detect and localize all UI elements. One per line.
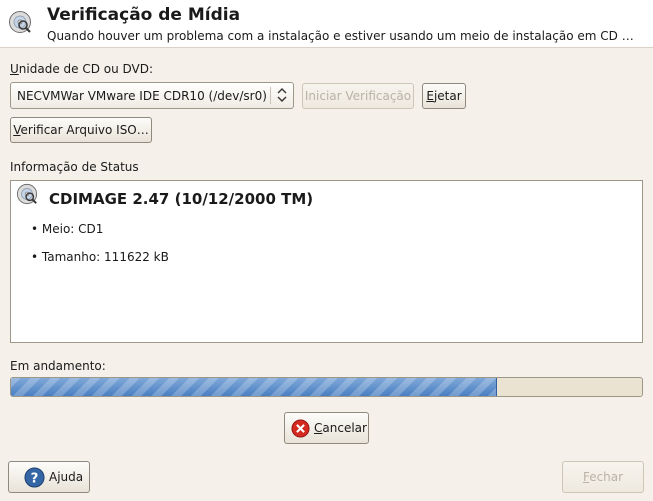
progress-label: Em andamento: <box>10 359 106 373</box>
dialog-header: Verificação de Mídia Quando houver um pr… <box>0 0 653 48</box>
page-title: Verificação de Mídia <box>47 5 241 25</box>
status-label: Informação de Status <box>10 160 139 174</box>
combo-separator <box>270 87 271 104</box>
disc-check-icon <box>9 11 31 33</box>
drive-select[interactable]: NECVMWar VMware IDE CDR10 (/dev/sr0) <box>10 82 294 109</box>
cancel-icon <box>291 419 310 438</box>
help-button-label: Ajuda <box>49 470 84 484</box>
cancel-button[interactable]: Cancelar <box>284 412 369 444</box>
status-item-size: • Tamanho: 111622 kB <box>31 250 169 264</box>
chevron-updown-icon <box>277 88 287 102</box>
disc-check-icon <box>16 183 38 205</box>
progress-bar-fill <box>11 378 497 396</box>
drive-label: Unidade de CD ou DVD: <box>10 62 154 76</box>
eject-button[interactable]: Ejetar <box>422 83 466 109</box>
status-title: CDIMAGE 2.47 (10/12/2000 TM) <box>49 190 314 208</box>
close-button[interactable]: Fechar <box>562 461 644 493</box>
status-panel: CDIMAGE 2.47 (10/12/2000 TM) • Meio: CD1… <box>10 180 643 343</box>
progress-bar <box>10 377 643 397</box>
svg-text:?: ? <box>31 471 39 486</box>
help-button[interactable]: ? Ajuda <box>8 461 90 493</box>
start-check-button[interactable]: Iniciar Verificação <box>302 83 414 109</box>
cancel-button-label: Cancelar <box>314 421 367 435</box>
drive-select-value: NECVMWar VMware IDE CDR10 (/dev/sr0) <box>17 89 267 103</box>
page-subtitle: Quando houver um problema com a instalaç… <box>47 29 634 43</box>
status-item-media: • Meio: CD1 <box>31 222 104 236</box>
help-icon: ? <box>24 467 45 488</box>
verify-iso-button[interactable]: Verificar Arquivo ISO… <box>10 117 152 143</box>
